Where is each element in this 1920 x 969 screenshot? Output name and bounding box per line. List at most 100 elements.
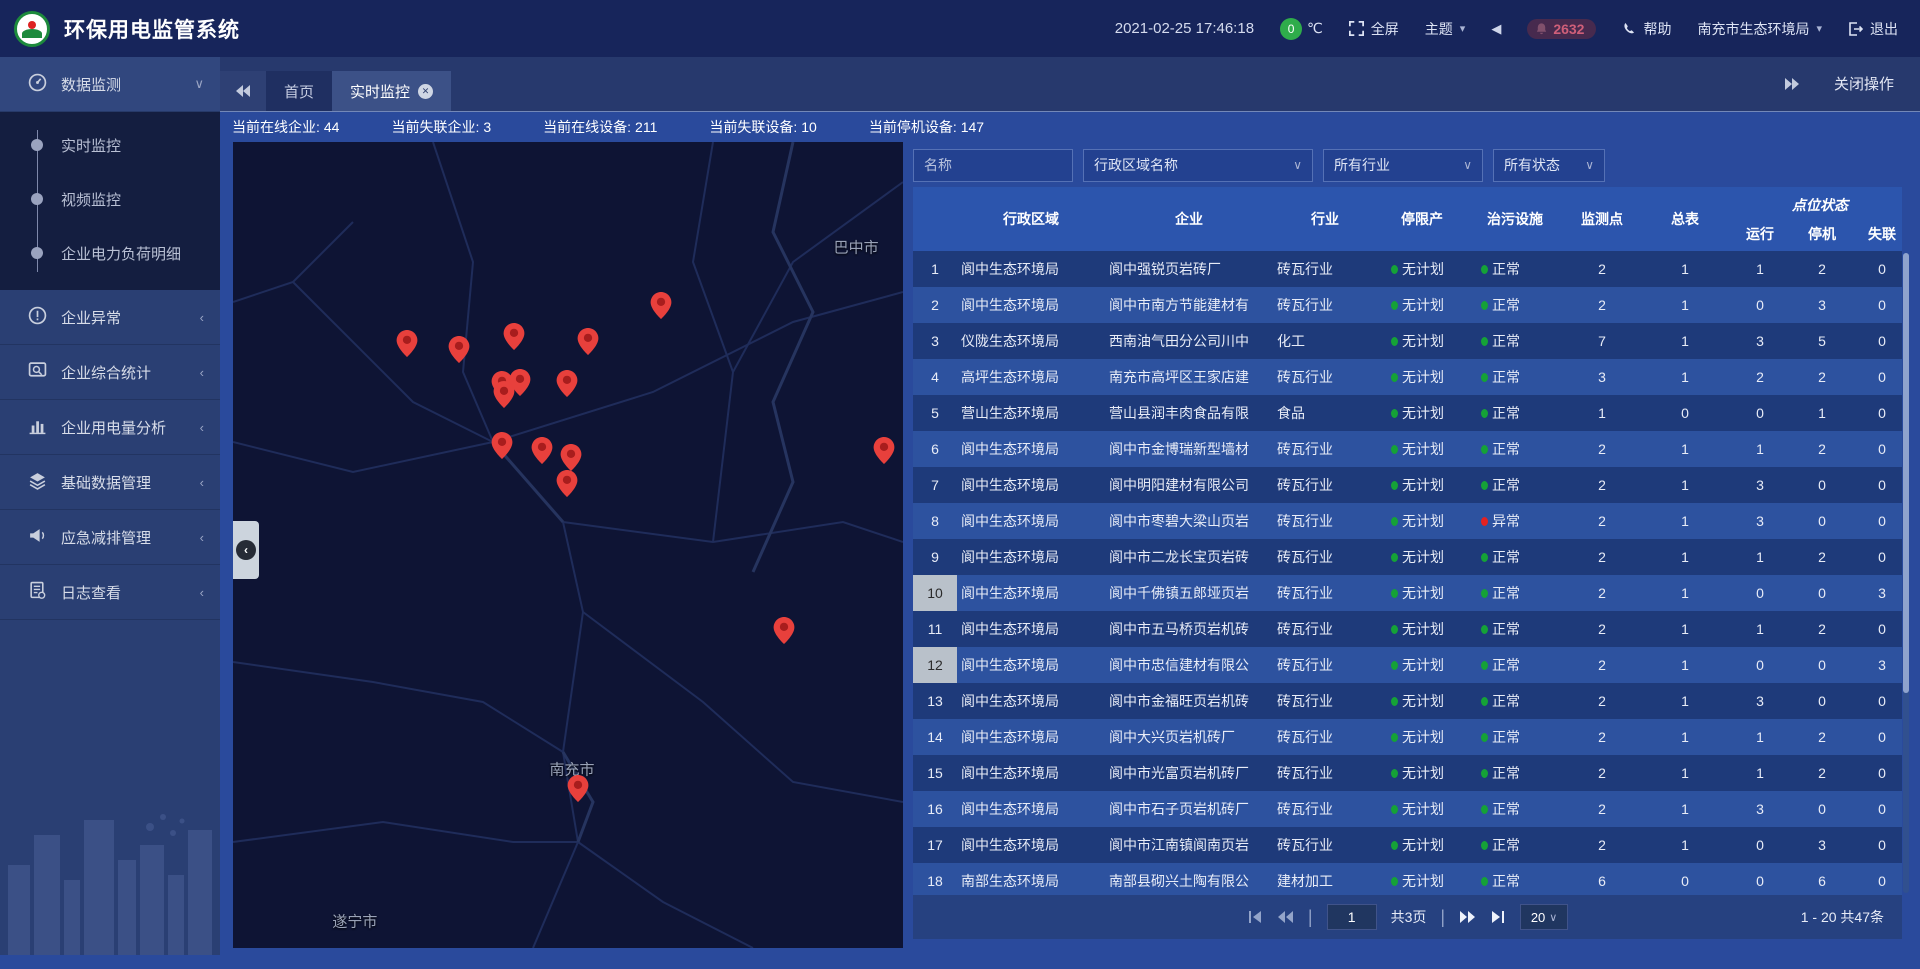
table-row[interactable]: 7阆中生态环境局阆中明阳建材有限公司砖瓦行业无计划正常21300 <box>913 467 1902 503</box>
region-filter-select[interactable]: 行政区域名称 ∨ <box>1083 149 1313 182</box>
cell-company: 阆中市江南镇阆南页岩 <box>1105 835 1273 855</box>
table-row[interactable]: 6阆中生态环境局阆中市金博瑞新型墙材砖瓦行业无计划正常21120 <box>913 431 1902 467</box>
double-chevron-right-icon[interactable] <box>1784 77 1800 91</box>
cell-facility-status: 正常 <box>1467 871 1563 891</box>
cell-lost: 0 <box>1853 405 1902 421</box>
logout-button[interactable]: 退出 <box>1848 19 1898 39</box>
map-marker-pin[interactable] <box>773 617 794 644</box>
status-dot-icon <box>1391 589 1398 598</box>
layers-icon <box>28 471 47 494</box>
map-collapse-button[interactable]: ‹ <box>233 521 259 579</box>
map-marker-pin[interactable] <box>397 330 418 357</box>
map-marker-pin[interactable] <box>560 444 581 471</box>
close-operations-button[interactable]: 关闭操作 <box>1834 73 1894 94</box>
map-marker-pin[interactable] <box>557 370 578 397</box>
cell-lost: 0 <box>1853 765 1902 781</box>
status-dot-icon <box>1391 265 1398 274</box>
status-dot-icon <box>1481 553 1488 562</box>
mute-button[interactable]: ◀ <box>1491 21 1501 37</box>
sidebar: 数据监测∨ 实时监控视频监控企业电力负荷明细企业异常‹企业综合统计‹企业用电量分析… <box>0 57 220 969</box>
table-row[interactable]: 17阆中生态环境局阆中市江南镇阆南页岩砖瓦行业无计划正常21030 <box>913 827 1902 863</box>
table-scrollbar[interactable] <box>1903 253 1909 893</box>
bell-icon <box>1535 22 1548 36</box>
bullet-icon <box>31 247 43 259</box>
cell-company: 阆中千佛镇五郎垭页岩 <box>1105 583 1273 603</box>
cell-row-number: 3 <box>913 323 957 359</box>
sidebar-item-基础数据管理[interactable]: 基础数据管理‹ <box>0 455 220 510</box>
map-marker-pin[interactable] <box>557 470 578 497</box>
fullscreen-button[interactable]: 全屏 <box>1349 19 1399 39</box>
table-row[interactable]: 5营山生态环境局营山县润丰肉食品有限食品无计划正常10010 <box>913 395 1902 431</box>
table-row[interactable]: 13阆中生态环境局阆中市金福旺页岩机砖砖瓦行业无计划正常21300 <box>913 683 1902 719</box>
sidebar-item-应急减排管理[interactable]: 应急减排管理‹ <box>0 510 220 565</box>
table-row[interactable]: 9阆中生态环境局阆中市二龙长宝页岩砖砖瓦行业无计划正常21120 <box>913 539 1902 575</box>
last-page-button[interactable] <box>1490 910 1506 924</box>
status-dot-icon <box>1481 733 1488 742</box>
name-filter-input[interactable] <box>913 149 1073 182</box>
cell-industry: 砖瓦行业 <box>1273 259 1377 279</box>
status-dot-icon <box>1481 301 1488 310</box>
page-number-input[interactable] <box>1327 904 1377 930</box>
map-marker-pin[interactable] <box>491 432 512 459</box>
cell-facility-status: 正常 <box>1467 367 1563 387</box>
sidebar-nav: 数据监测∨ 实时监控视频监控企业电力负荷明细企业异常‹企业综合统计‹企业用电量分析… <box>0 57 220 620</box>
status-dot-icon <box>1481 409 1488 418</box>
cell-meters: 1 <box>1641 369 1729 385</box>
sidebar-item-企业用电量分析[interactable]: 企业用电量分析‹ <box>0 400 220 455</box>
sidebar-item-数据监测[interactable]: 数据监测∨ <box>0 57 220 112</box>
map-marker-pin[interactable] <box>874 437 895 464</box>
map-marker-pin[interactable] <box>531 437 552 464</box>
map-marker-pin[interactable] <box>448 336 469 363</box>
cell-run: 0 <box>1729 837 1791 853</box>
map-marker-pin[interactable] <box>568 775 589 802</box>
chevron-down-icon: ∨ <box>1463 158 1472 172</box>
cell-row-number: 13 <box>913 683 957 719</box>
tab-首页[interactable]: 首页 <box>266 71 332 111</box>
map-panel[interactable]: 巴中市南充市遂宁市 ‹ <box>233 142 903 948</box>
theme-dropdown[interactable]: 主题 ▾ <box>1425 19 1466 39</box>
close-icon[interactable]: ✕ <box>418 84 433 99</box>
table-row[interactable]: 16阆中生态环境局阆中市石子页岩机砖厂砖瓦行业无计划正常21300 <box>913 791 1902 827</box>
sidebar-item-企业异常[interactable]: 企业异常‹ <box>0 290 220 345</box>
status-dot-icon <box>1481 517 1488 526</box>
cell-lost: 0 <box>1853 621 1902 637</box>
map-marker-pin[interactable] <box>578 328 599 355</box>
sidebar-item-日志查看[interactable]: 日志查看‹ <box>0 565 220 620</box>
table-row[interactable]: 3仪陇生态环境局西南油气田分公司川中化工无计划正常71350 <box>913 323 1902 359</box>
tab-实时监控[interactable]: 实时监控✕ <box>332 71 451 111</box>
table-body: 1阆中生态环境局阆中强锐页岩砖厂砖瓦行业无计划正常211202阆中生态环境局阆中… <box>913 251 1902 895</box>
table-row[interactable]: 12阆中生态环境局阆中市忠信建材有限公砖瓦行业无计划正常21003 <box>913 647 1902 683</box>
cell-lost: 0 <box>1853 729 1902 745</box>
table-row[interactable]: 18南部生态环境局南部县砌兴土陶有限公建材加工无计划正常60060 <box>913 863 1902 895</box>
sidebar-subitem-实时监控[interactable]: 实时监控 <box>0 118 220 172</box>
notification-badge[interactable]: 2632 <box>1527 19 1596 39</box>
cell-region: 阆中生态环境局 <box>957 259 1105 279</box>
table-row[interactable]: 1阆中生态环境局阆中强锐页岩砖厂砖瓦行业无计划正常21120 <box>913 251 1902 287</box>
first-page-button[interactable] <box>1247 910 1263 924</box>
table-row[interactable]: 10阆中生态环境局阆中千佛镇五郎垭页岩砖瓦行业无计划正常21003 <box>913 575 1902 611</box>
help-button[interactable]: 帮助 <box>1622 19 1671 39</box>
sidebar-item-企业综合统计[interactable]: 企业综合统计‹ <box>0 345 220 400</box>
sidebar-subitem-企业电力负荷明细[interactable]: 企业电力负荷明细 <box>0 226 220 280</box>
sidebar-subitem-视频监控[interactable]: 视频监控 <box>0 172 220 226</box>
total-pages-label: 共3页 <box>1391 907 1427 927</box>
cell-industry: 砖瓦行业 <box>1273 547 1377 567</box>
industry-filter-select[interactable]: 所有行业 ∨ <box>1323 149 1483 182</box>
map-marker-pin[interactable] <box>493 381 514 408</box>
cell-run: 1 <box>1729 441 1791 457</box>
map-marker-pin[interactable] <box>651 292 672 319</box>
table-row[interactable]: 8阆中生态环境局阆中市枣碧大梁山页岩砖瓦行业无计划异常21300 <box>913 503 1902 539</box>
map-marker-pin[interactable] <box>503 323 524 350</box>
org-dropdown[interactable]: 南充市生态环境局 ▾ <box>1697 19 1822 39</box>
table-row[interactable]: 14阆中生态环境局阆中大兴页岩机砖厂砖瓦行业无计划正常21120 <box>913 719 1902 755</box>
page-size-select[interactable]: 20 ∨ <box>1520 904 1568 930</box>
tabs-scroll-left-button[interactable] <box>220 71 266 111</box>
table-row[interactable]: 15阆中生态环境局阆中市光富页岩机砖厂砖瓦行业无计划正常21120 <box>913 755 1902 791</box>
next-page-button[interactable] <box>1459 910 1476 924</box>
table-row[interactable]: 11阆中生态环境局阆中市五马桥页岩机砖砖瓦行业无计划正常21120 <box>913 611 1902 647</box>
cell-meters: 1 <box>1641 261 1729 277</box>
table-row[interactable]: 2阆中生态环境局阆中市南方节能建材有砖瓦行业无计划正常21030 <box>913 287 1902 323</box>
prev-page-button[interactable] <box>1277 910 1294 924</box>
status-filter-select[interactable]: 所有状态 ∨ <box>1493 149 1605 182</box>
table-row[interactable]: 4高坪生态环境局南充市高坪区王家店建砖瓦行业无计划正常31220 <box>913 359 1902 395</box>
